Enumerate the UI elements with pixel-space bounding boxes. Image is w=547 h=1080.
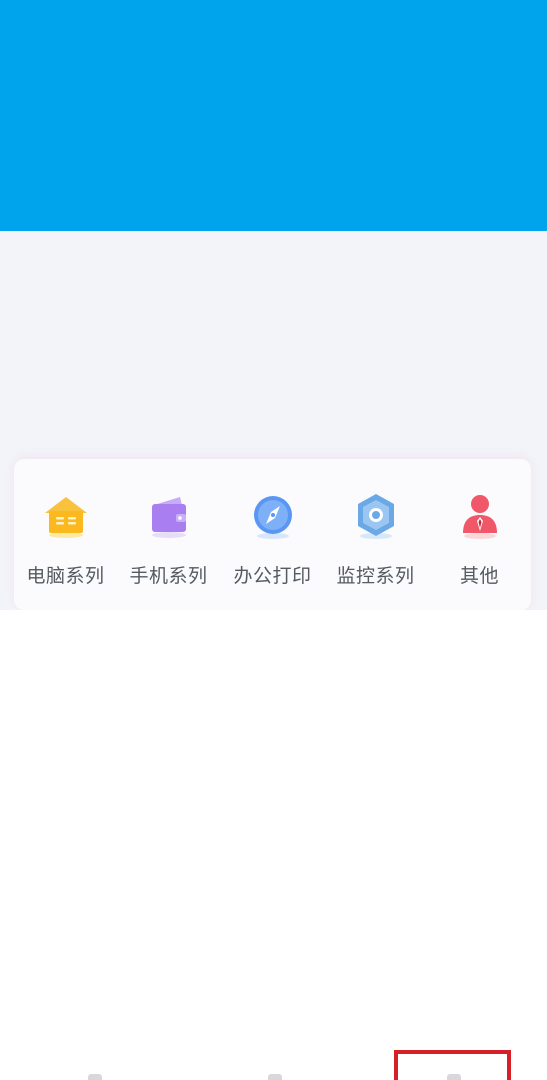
category-label: 办公打印 — [233, 565, 312, 587]
nav-tab-1[interactable] — [40, 1040, 150, 1080]
category-label: 手机系列 — [129, 565, 208, 587]
content-area — [0, 610, 547, 1080]
category-label: 电脑系列 — [26, 565, 105, 587]
category-label: 监控系列 — [336, 565, 415, 587]
nav-tab-2-icon — [268, 1074, 282, 1080]
category-computer[interactable]: 电脑系列 — [14, 459, 117, 610]
nav-tab-2[interactable] — [220, 1040, 330, 1080]
category-phone[interactable]: 手机系列 — [117, 459, 220, 610]
category-card: 电脑系列 手机系列 办公打印 监控系列 其他 — [14, 459, 531, 610]
hexagon-icon — [351, 491, 401, 541]
category-other[interactable]: 其他 — [428, 459, 531, 610]
top-banner — [0, 0, 547, 231]
nav-tab-1-icon — [88, 1074, 102, 1080]
highlight-box — [394, 1050, 511, 1080]
category-surveillance[interactable]: 监控系列 — [324, 459, 427, 610]
wallet-icon — [144, 491, 194, 541]
category-office-print[interactable]: 办公打印 — [221, 459, 324, 610]
house-icon — [41, 491, 91, 541]
person-icon — [455, 491, 505, 541]
category-label: 其他 — [459, 565, 499, 587]
compass-icon — [248, 491, 298, 541]
app-screen: 电脑系列 手机系列 办公打印 监控系列 其他 — [0, 0, 547, 1080]
